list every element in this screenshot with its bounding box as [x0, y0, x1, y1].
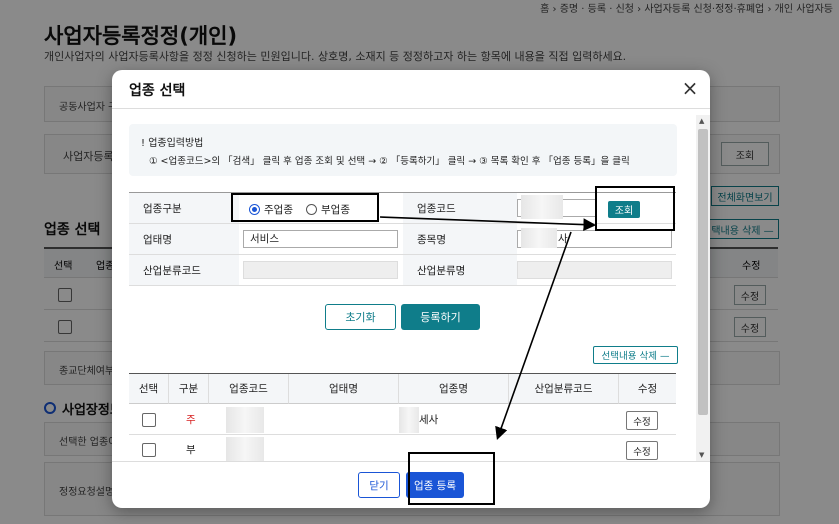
- annotation-arrows: [379, 216, 597, 441]
- arrow-to-list: [495, 231, 572, 441]
- arrow-to-search: [379, 216, 597, 232]
